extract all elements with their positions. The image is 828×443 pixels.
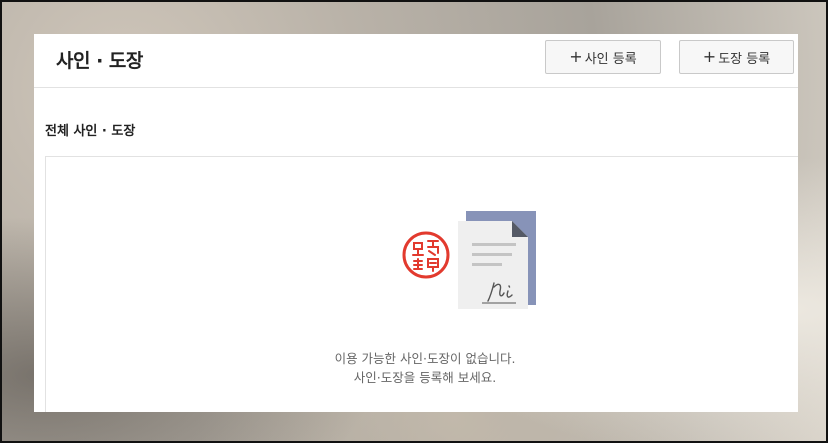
add-sign-button[interactable]: + 사인 등록 (545, 40, 661, 74)
section-title: 전체 사인 · 도장 (45, 124, 136, 139)
panel-header: 사인 · 도장 + 사인 등록 + 도장 등록 (34, 34, 798, 88)
plus-icon: + (569, 47, 583, 66)
empty-state-line1: 이용 가능한 사인·도장이 없습니다. (334, 351, 516, 366)
plus-icon: + (702, 47, 717, 66)
empty-state-line2: 사인·도장을 등록해 보세요. (353, 370, 497, 385)
page-title: 사인 · 도장 (56, 50, 143, 72)
stamp-and-signed-document-icon (402, 211, 538, 315)
add-sign-label: 사인 등록 (584, 51, 637, 67)
empty-state-container: 이용 가능한 사인·도장이 없습니다. 사인·도장을 등록해 보세요. (45, 156, 798, 412)
add-stamp-label: 도장 등록 (718, 51, 771, 67)
sign-stamp-panel: 사인 · 도장 + 사인 등록 + 도장 등록 전체 사인 · 도장 이용 가능… (34, 34, 798, 412)
add-stamp-button[interactable]: + 도장 등록 (679, 40, 794, 74)
empty-state-message: 이용 가능한 사인·도장이 없습니다. 사인·도장을 등록해 보세요. (46, 349, 798, 387)
